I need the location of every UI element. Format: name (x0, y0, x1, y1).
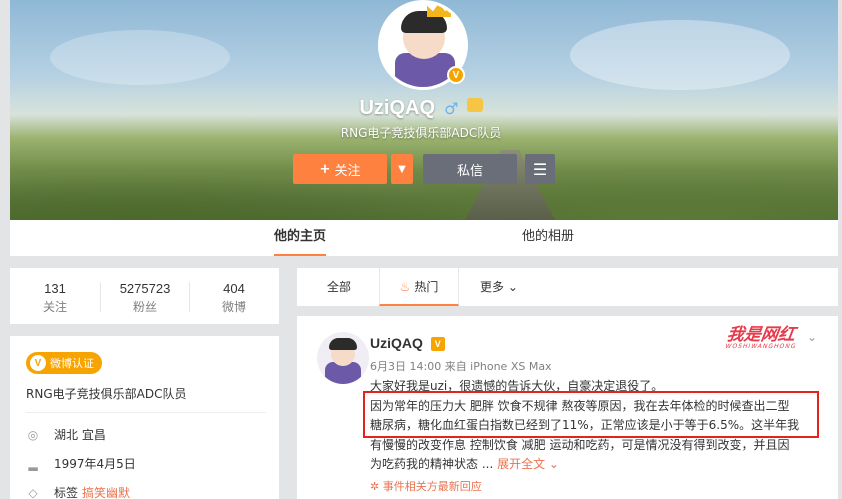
verified-badge-icon: V (447, 66, 465, 84)
feed-filter-bar: 全部 ♨ 热门 更多 ⌄ (297, 268, 838, 306)
post-line-text: 为吃药我的精神状态 ... (370, 457, 494, 472)
stat-posts[interactable]: 404 微博 (190, 281, 278, 315)
filter-all[interactable]: 全部 (327, 268, 351, 306)
watermark-logo: 我是网红 WOSHIWANGHONG (725, 320, 800, 350)
stat-value: 131 (44, 281, 66, 296)
stat-value: 404 (223, 281, 245, 296)
stat-following[interactable]: 131 关注 (11, 281, 99, 315)
tags-label: 标签 (54, 486, 79, 499)
stat-label: 粉丝 (132, 300, 157, 314)
avatar-hair (329, 338, 357, 350)
highlight-box (363, 391, 819, 438)
stat-label: 微博 (221, 300, 246, 314)
weibo-verified-tag[interactable]: V 微博认证 (26, 352, 102, 374)
watermark-subtext: WOSHIWANGHONG (724, 343, 797, 350)
stat-label: 关注 (42, 300, 67, 314)
follow-button[interactable]: + 关注 (293, 154, 387, 184)
stat-value: 5275723 (119, 281, 171, 296)
follow-dropdown-button[interactable]: ▼ (391, 154, 413, 184)
profile-tabs: 他的主页 他的相册 (10, 220, 838, 256)
profile-stats: 131 关注 5275723 粉丝 404 微博 (10, 268, 279, 324)
birthday-text: 1997年4月5日 (54, 457, 136, 471)
fire-icon: ♨ (399, 280, 411, 294)
info-birthday: ▂ 1997年4月5日 (26, 455, 136, 472)
watermark-text: 我是网红 (725, 325, 797, 345)
cover-cloud (570, 20, 790, 90)
filter-hot[interactable]: ♨ 热门 (379, 268, 459, 306)
expand-full-text-link[interactable]: 展开全文 ⌄ (497, 457, 559, 471)
more-menu-button[interactable]: ☰ (525, 154, 555, 184)
tag-icon: ◇ (28, 485, 38, 499)
info-location: ◎ 湖北 宜昌 (26, 426, 106, 443)
cake-icon: ▂ (28, 456, 38, 471)
plus-icon: + (319, 161, 331, 177)
post-line: 有慢慢的改变作息 控制饮食 减肥 运动和吃药，可是情况没有得到改变，并且因 (370, 437, 790, 452)
filter-hot-label: 热门 (414, 280, 439, 294)
chevron-down-icon[interactable]: ⌄ (807, 330, 817, 344)
filter-more[interactable]: 更多 ⌄ (480, 268, 518, 306)
location-pin-icon: ◎ (27, 427, 39, 442)
username-row: UziQAQ ♂ (0, 97, 842, 120)
post-meta: 6月3日 14:00 来自 iPhone XS Max (370, 360, 552, 373)
verify-tag-label: 微博认证 (50, 357, 94, 370)
profile-info-card: V 微博认证 RNG电子竞技俱乐部ADC队员 ◎ 湖北 宜昌 ▂ 1997年4月… (10, 336, 279, 499)
verify-description: RNG电子竞技俱乐部ADC队员 (26, 387, 187, 401)
username: UziQAQ (359, 97, 436, 119)
message-label: 私信 (456, 163, 483, 179)
chevron-down-icon: ▼ (398, 163, 406, 175)
member-level-icon (466, 98, 483, 112)
verified-icon: V (430, 337, 445, 351)
message-button[interactable]: 私信 (423, 154, 517, 184)
post-author[interactable]: UziQAQ V (370, 335, 445, 351)
tag-link[interactable]: 搞笑幽默 (82, 484, 130, 499)
tab-home[interactable]: 他的主页 (274, 220, 327, 256)
post-author-name: UziQAQ (370, 335, 423, 351)
follow-label: 关注 (334, 163, 361, 179)
male-icon: ♂ (444, 99, 459, 118)
location-text: 湖北 宜昌 (54, 428, 106, 442)
stat-followers[interactable]: 5275723 粉丝 (101, 281, 189, 315)
profile-bio: RNG电子竞技俱乐部ADC队员 (340, 126, 502, 140)
tab-album[interactable]: 他的相册 (522, 220, 574, 256)
menu-icon: ☰ (532, 159, 548, 179)
post-line: 为吃药我的精神状态 ... 展开全文 ⌄ (370, 455, 825, 475)
post-author-avatar[interactable] (317, 332, 369, 384)
divider (26, 412, 266, 413)
verified-icon: V (30, 355, 46, 371)
cover-cloud (50, 30, 230, 85)
feed-post: UziQAQ V 6月3日 14:00 来自 iPhone XS Max 我是网… (297, 316, 838, 499)
info-tags: ◇ 标签 搞笑幽默 (26, 484, 130, 499)
related-response-link[interactable]: ✲ 事件相关方最新回应 (370, 478, 482, 494)
